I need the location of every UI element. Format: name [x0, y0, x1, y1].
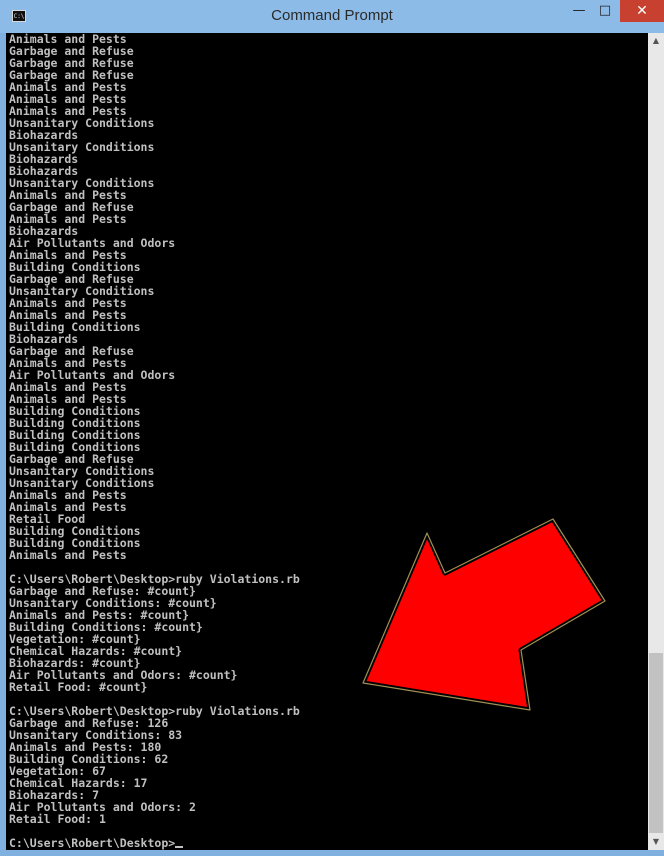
red-arrow-annotation-icon	[360, 516, 608, 713]
maximize-button[interactable]: □	[592, 0, 618, 22]
minimize-button[interactable]: —	[566, 0, 592, 22]
window-bottom-border	[0, 850, 664, 856]
command-prompt-window: C:\ Command Prompt — □ ✕ Animals and Pes…	[0, 0, 664, 856]
prompt-text: C:\Users\Robert\Desktop>	[9, 836, 176, 850]
console-line: Animals and Pests	[9, 500, 127, 514]
console-text: Animals and Pests Garbage and Refuse Garba…	[6, 33, 648, 837]
console-output-area[interactable]: Animals and Pests Garbage and Refuse Garba…	[6, 33, 648, 850]
console-line: Biohazards	[9, 152, 79, 166]
console-line: Unsanitary Conditions	[9, 116, 155, 130]
scroll-up-arrow-icon[interactable]: ▲	[648, 33, 664, 49]
console-line: Chemical Hazards: 17	[9, 776, 148, 790]
scroll-down-arrow-icon[interactable]: ▼	[648, 834, 664, 850]
console-line: Building Conditions	[9, 320, 141, 334]
console-line: Unsanitary Conditions	[9, 140, 155, 154]
console-line: Animals and Pests	[9, 212, 127, 226]
window-title: Command Prompt	[271, 7, 393, 24]
title-bar[interactable]: C:\ Command Prompt — □ ✕	[0, 0, 664, 33]
close-button[interactable]: ✕	[620, 0, 664, 22]
console-line: Retail Food: 1	[9, 812, 106, 826]
scroll-thumb[interactable]	[649, 653, 663, 833]
vertical-scrollbar[interactable]: ▲ ▼	[648, 33, 664, 850]
text-cursor	[175, 846, 184, 848]
prompt-line[interactable]: C:\Users\Robert\Desktop>	[6, 837, 648, 849]
